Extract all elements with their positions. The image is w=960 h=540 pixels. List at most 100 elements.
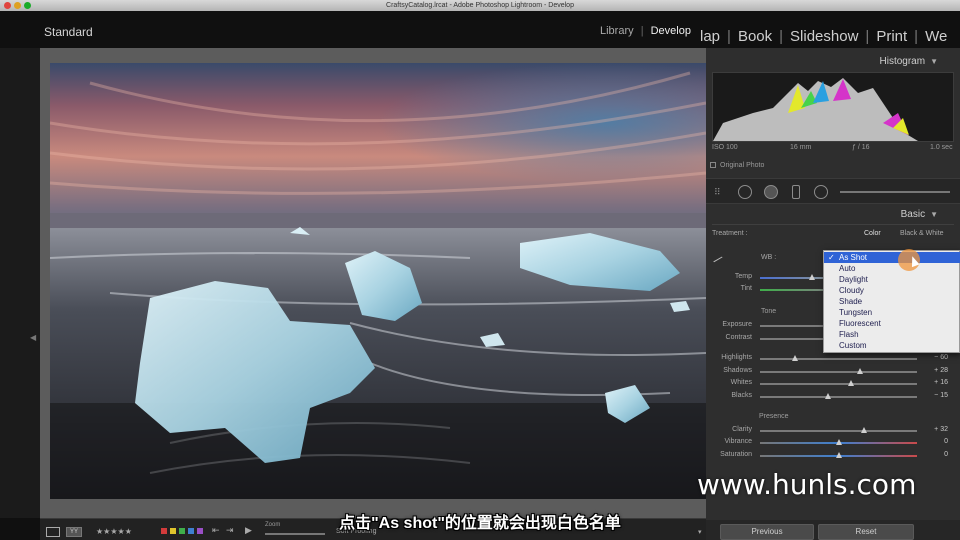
histogram-graph[interactable] [712, 72, 954, 142]
highlights-knob[interactable] [791, 355, 798, 361]
left-panel-collapsed: ◀ [0, 48, 40, 518]
temp-label: Temp [734, 273, 752, 280]
tab-library[interactable]: Library [600, 25, 634, 37]
clarity-value[interactable]: + 32 [934, 426, 948, 433]
preset-name: Standard [44, 25, 93, 39]
wb-label: WB : [761, 254, 777, 261]
expand-left-panel-icon[interactable]: ◀ [30, 333, 36, 342]
whites-knob[interactable] [848, 380, 855, 386]
shadows-slider[interactable] [760, 368, 917, 374]
checkbox-icon[interactable] [710, 162, 716, 169]
wb-option-shade[interactable]: Shade [824, 296, 960, 307]
tint-label: Tint [740, 285, 752, 292]
treatment-bw-button[interactable]: Black & White [900, 230, 944, 237]
saturation-label: Saturation [720, 451, 752, 458]
whites-slider[interactable] [760, 380, 917, 386]
divider [712, 224, 954, 225]
module-picker-bar: Standard Library | Develop lap | Book | Slid… [0, 11, 960, 48]
collapse-triangle-icon[interactable]: ▼ [930, 57, 938, 66]
tab-separator: | [640, 25, 644, 37]
blacks-value[interactable]: − 15 [934, 392, 948, 399]
histogram-curve [713, 78, 918, 141]
highlights-value[interactable]: − 60 [934, 354, 948, 361]
tab-separator: | [914, 28, 919, 45]
whites-value[interactable]: + 16 [934, 379, 948, 386]
eyedropper-icon[interactable]: / [711, 253, 724, 266]
whites-label: Whites [730, 379, 752, 386]
exif-focal-length: 16 mm [790, 144, 812, 151]
graduated-filter-icon[interactable] [792, 185, 800, 199]
treatment-color-button[interactable]: Color [864, 230, 881, 237]
site-watermark: www.hunls.com [697, 468, 917, 501]
module-tabs-large: lap | Book | Slideshow | Print | We [700, 28, 947, 45]
tab-map[interactable]: lap [700, 28, 720, 45]
original-photo-label: Original Photo [720, 162, 765, 169]
saturation-value[interactable]: 0 [944, 451, 948, 458]
module-tabs-small: Library | Develop [600, 25, 691, 37]
tool-strip: ⠿ [706, 178, 960, 204]
checkmark-icon: ✓ [828, 253, 835, 262]
basic-header[interactable]: Basic ▼ [901, 209, 938, 220]
wb-dropdown-menu[interactable]: ✓ As Shot Auto Daylight Cloudy Shade Tung… [823, 250, 960, 353]
saturation-slider[interactable] [760, 452, 917, 458]
exif-iso: ISO 100 [712, 144, 738, 151]
window-title-bar: CraftsyCatalog.lrcat - Adobe Photoshop L… [0, 0, 960, 11]
histogram-title: Histogram [879, 56, 926, 67]
clarity-slider[interactable] [760, 427, 917, 433]
spot-removal-icon[interactable] [764, 185, 778, 199]
iceberg-beach-photo [50, 63, 706, 499]
tab-web[interactable]: We [925, 28, 947, 45]
video-subtitle: 点击"As shot"的位置就会出现白色名单 [339, 515, 621, 532]
wb-option-as-shot[interactable]: ✓ As Shot [824, 252, 960, 263]
basic-title: Basic [900, 209, 926, 220]
crop-tool-icon[interactable] [738, 185, 752, 199]
photo-preview[interactable] [50, 63, 706, 499]
shadows-knob[interactable] [857, 368, 864, 374]
highlights-label: Highlights [721, 354, 752, 361]
wb-option-auto[interactable]: Auto [824, 263, 960, 274]
vibrance-slider[interactable] [760, 439, 917, 445]
saturation-knob[interactable] [835, 452, 842, 458]
exposure-label: Exposure [722, 321, 752, 328]
blacks-label: Blacks [731, 392, 752, 399]
wb-option-fluorescent[interactable]: Fluorescent [824, 318, 960, 329]
tab-slideshow[interactable]: Slideshow [790, 28, 858, 45]
collapse-triangle-icon[interactable]: ▼ [930, 210, 938, 219]
tab-develop[interactable]: Develop [651, 25, 691, 37]
highlights-slider[interactable] [760, 355, 917, 361]
shadows-value[interactable]: + 28 [934, 367, 948, 374]
wb-option-daylight[interactable]: Daylight [824, 274, 960, 285]
brush-slider-icon[interactable] [840, 191, 950, 193]
wb-option-flash[interactable]: Flash [824, 329, 960, 340]
temp-knob[interactable] [808, 274, 815, 280]
vibrance-value[interactable]: 0 [944, 438, 948, 445]
radial-filter-icon[interactable] [814, 185, 828, 199]
wb-option-custom[interactable]: Custom [824, 340, 960, 351]
exif-shutter: 1.0 sec [930, 144, 953, 151]
shadows-label: Shadows [723, 367, 752, 374]
wb-option-cloudy[interactable]: Cloudy [824, 285, 960, 296]
tab-separator: | [727, 28, 731, 45]
histogram-header[interactable]: Histogram ▼ [880, 56, 939, 67]
wb-option-tungsten[interactable]: Tungsten [824, 307, 960, 318]
tab-print[interactable]: Print [876, 28, 907, 45]
blacks-knob[interactable] [824, 393, 831, 399]
original-photo-toggle[interactable]: Original Photo [710, 162, 764, 169]
treatment-label: Treatment : [712, 230, 748, 237]
clarity-label: Clarity [732, 426, 752, 433]
tone-label: Tone [761, 308, 777, 315]
exif-aperture: ƒ / 16 [852, 144, 870, 151]
vibrance-label: Vibrance [724, 438, 752, 445]
presence-label: Presence [759, 413, 789, 420]
tab-separator: | [779, 28, 784, 45]
tab-book[interactable]: Book [738, 28, 772, 45]
photo-work-area[interactable] [40, 48, 706, 518]
clarity-knob[interactable] [860, 427, 867, 433]
blacks-slider[interactable] [760, 393, 917, 399]
vibrance-knob[interactable] [835, 439, 842, 445]
grid-icon[interactable]: ⠿ [714, 187, 721, 198]
window-title: CraftsyCatalog.lrcat - Adobe Photoshop L… [386, 2, 574, 9]
tab-separator: | [865, 28, 870, 45]
contrast-label: Contrast [725, 334, 752, 341]
zoom-slider[interactable] [265, 533, 325, 535]
